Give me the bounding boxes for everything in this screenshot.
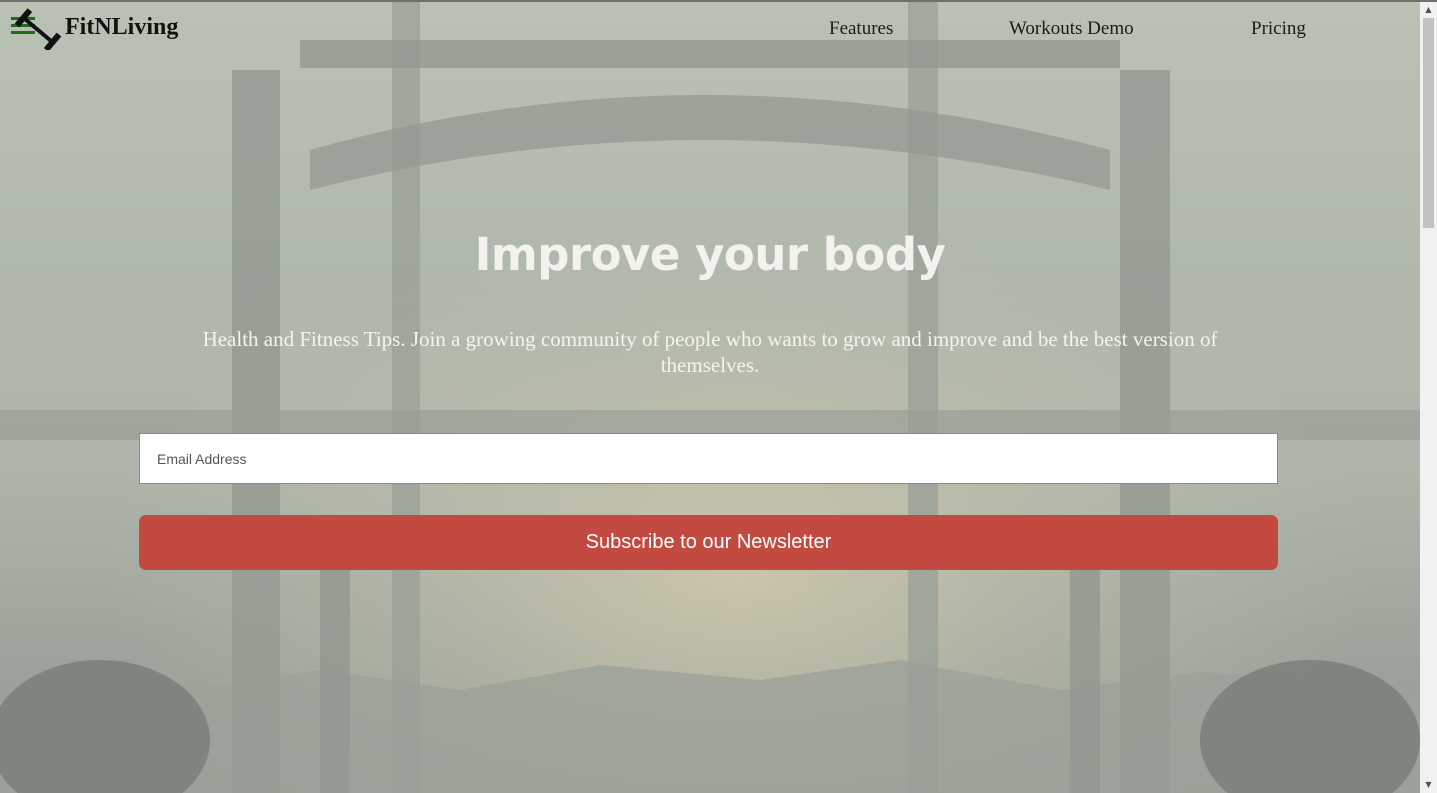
scrollbar-thumb[interactable] — [1423, 18, 1434, 228]
scroll-down-arrow-icon[interactable]: ▼ — [1420, 777, 1437, 793]
hero-overlay — [0, 0, 1420, 793]
scroll-up-arrow-icon[interactable]: ▲ — [1420, 2, 1437, 18]
nav-features[interactable]: Features — [829, 18, 893, 40]
subscribe-button[interactable]: Subscribe to our Newsletter — [139, 515, 1278, 570]
nav-workouts-demo[interactable]: Workouts Demo — [1009, 18, 1134, 40]
dumbbell-logo-icon[interactable] — [10, 8, 64, 52]
nav-pricing[interactable]: Pricing — [1251, 18, 1306, 40]
email-field[interactable] — [139, 433, 1278, 484]
brand-name[interactable]: FitNLiving — [65, 14, 178, 41]
hero-subtitle: Health and Fitness Tips. Join a growing … — [202, 327, 1218, 377]
vertical-scrollbar[interactable]: ▲ ▼ — [1420, 2, 1437, 793]
site-header: FitNLiving Features Workouts Demo Pricin… — [0, 0, 1420, 60]
hero-title: Improve your body — [474, 228, 946, 281]
